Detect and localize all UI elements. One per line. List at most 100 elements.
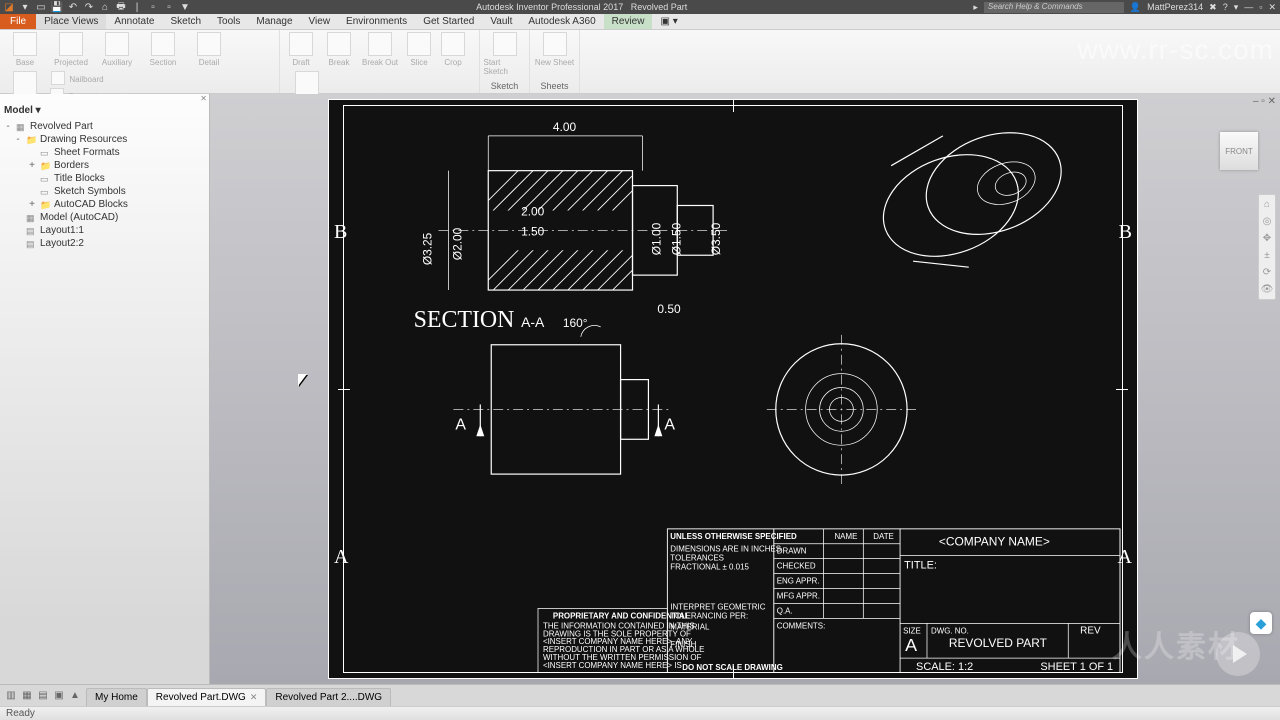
tree-node[interactable]: Sheet Formats [0,146,209,159]
tree-node[interactable]: + AutoCAD Blocks [0,198,209,211]
btn-slice[interactable]: Slice [404,32,434,67]
nav-zoom-icon[interactable]: ± [1264,250,1270,261]
browser-close-icon[interactable]: ✕ [198,94,209,103]
navigation-bar: ⌂ ◎ ✥ ± ⟳ 👁 [1258,194,1276,300]
tab-tools[interactable]: Tools [209,14,248,29]
vp-min-icon[interactable]: – [1253,96,1259,107]
file-tab[interactable]: File [0,14,36,29]
tree-label: Borders [54,160,89,171]
save-icon[interactable]: 💾 [52,2,62,12]
corner-badge-icon[interactable]: ◆ [1250,612,1272,634]
btn-projected[interactable]: Projected [50,32,92,67]
tree-label: Layout1:1 [40,225,84,236]
btn-start-sketch[interactable]: Start Sketch [484,32,526,76]
viewcube[interactable]: FRONT [1220,132,1258,170]
search-input[interactable]: Search Help & Commands [984,2,1124,13]
btn-detail[interactable]: Detail [188,32,230,67]
tree-label: AutoCAD Blocks [54,199,128,210]
tab-review[interactable]: Review [604,14,653,29]
vnav-up-icon[interactable]: ▲ [68,690,82,701]
print-icon[interactable]: 🖶 [116,2,126,12]
btn-new-sheet[interactable]: New Sheet [534,32,576,67]
tab-a360[interactable]: Autodesk A360 [520,14,603,29]
new-icon[interactable]: ▾ [20,2,30,12]
btn-nailboard[interactable]: Nailboard [50,71,105,87]
tab-vault[interactable]: Vault [482,14,520,29]
angle-160: 160° [563,316,588,330]
nav-home-icon[interactable]: ⌂ [1264,199,1270,210]
user-name[interactable]: MattPerez314 [1147,2,1203,12]
btn-break[interactable]: Break [322,32,356,67]
vnav1-icon[interactable]: ▥ [4,690,18,701]
vp-max-icon[interactable]: ▫ [1261,96,1265,107]
play-overlay-icon[interactable] [1216,632,1260,676]
tab-extras[interactable]: ▣ ▾ [652,14,685,29]
btn-section[interactable]: Section [142,32,184,67]
tree-node[interactable]: + Borders [0,159,209,172]
home-icon[interactable]: ⌂ [100,2,110,12]
signin-icon[interactable]: 👤 [1130,2,1141,13]
exchange-icon[interactable]: ✖ [1209,2,1217,13]
tree-node[interactable]: Layout2:2 [0,237,209,250]
svg-text:REV: REV [1080,625,1101,636]
help-icon[interactable]: ? [1223,2,1228,12]
doctab-revolved-part-2[interactable]: Revolved Part 2....DWG [266,688,391,706]
drawing-canvas[interactable]: B B A A [210,94,1280,684]
tree-node[interactable]: -Revolved Part [0,120,209,133]
tab-place-views[interactable]: Place Views [36,14,106,29]
sheet-icon [40,174,50,184]
zone-a-left: A [334,546,348,569]
divider: | [132,2,142,12]
svg-text:A: A [905,635,917,655]
btn-breakout[interactable]: Break Out [360,32,400,67]
browser-header[interactable]: Model ▾ [0,103,209,118]
btn-crop[interactable]: Crop [438,32,468,67]
nav-pan-icon[interactable]: ✥ [1263,233,1271,244]
nav-orbit-icon[interactable]: ⟳ [1263,267,1271,278]
vnav2-icon[interactable]: ▦ [20,690,34,701]
open-icon[interactable]: ▭ [36,2,46,12]
doctab-close-icon[interactable]: ✕ [250,692,258,703]
tab-get-started[interactable]: Get Started [415,14,482,29]
tab-sketch[interactable]: Sketch [162,14,209,29]
svg-text:DATE: DATE [873,532,894,541]
tree-node[interactable]: Title Blocks [0,172,209,185]
tab-manage[interactable]: Manage [248,14,300,29]
qat-dropdown-icon[interactable]: ▼ [180,2,190,12]
tab-environments[interactable]: Environments [338,14,415,29]
vnav3-icon[interactable]: ▤ [36,690,50,701]
twisty-icon[interactable]: + [28,160,36,171]
nav-wheel-icon[interactable]: ◎ [1263,216,1272,227]
close-button[interactable]: ✕ [1268,2,1276,13]
vnav4-icon[interactable]: ▣ [52,690,66,701]
vp-close-icon[interactable]: ✕ [1268,96,1276,107]
ribbon-tabstrip: File Place Views Annotate Sketch Tools M… [0,14,1280,30]
restore-button[interactable]: ▫ [1259,2,1262,12]
tree-node[interactable]: Layout1:1 [0,224,209,237]
app-menu-icon[interactable]: ◪ [4,2,14,12]
tab-annotate[interactable]: Annotate [106,14,162,29]
tree-node[interactable]: -Drawing Resources [0,133,209,146]
btn-draft[interactable]: Draft [284,32,318,67]
btn-base[interactable]: Base [4,32,46,67]
doctab-revolved-part[interactable]: Revolved Part.DWG✕ [147,688,267,706]
redo-icon[interactable]: ↷ [84,2,94,12]
nav-look-icon[interactable]: 👁 [1261,284,1274,295]
undo-icon[interactable]: ↶ [68,2,78,12]
svg-text:THE INFORMATION CONTAINED IN T: THE INFORMATION CONTAINED IN THIS [543,621,695,630]
twisty-icon[interactable]: + [28,199,36,210]
tree-node[interactable]: Model (AutoCAD) [0,211,209,224]
svg-text:UNLESS OTHERWISE SPECIFIED: UNLESS OTHERWISE SPECIFIED [670,532,797,541]
doctab-myhome[interactable]: My Home [86,688,147,706]
btn-auxiliary[interactable]: Auxiliary [96,32,138,67]
section-suffix: A-A [521,314,545,330]
tree-node[interactable]: Sketch Symbols [0,185,209,198]
misc1-icon[interactable]: ▫ [148,2,158,12]
tab-view[interactable]: View [301,14,339,29]
misc2-icon[interactable]: ▫ [164,2,174,12]
twisty-icon[interactable]: - [4,121,12,132]
twisty-icon[interactable]: - [14,134,22,145]
help-dropdown-icon[interactable]: ▾ [1234,2,1239,13]
minimize-button[interactable]: — [1244,2,1253,12]
svg-text:DRAWN: DRAWN [777,547,807,556]
